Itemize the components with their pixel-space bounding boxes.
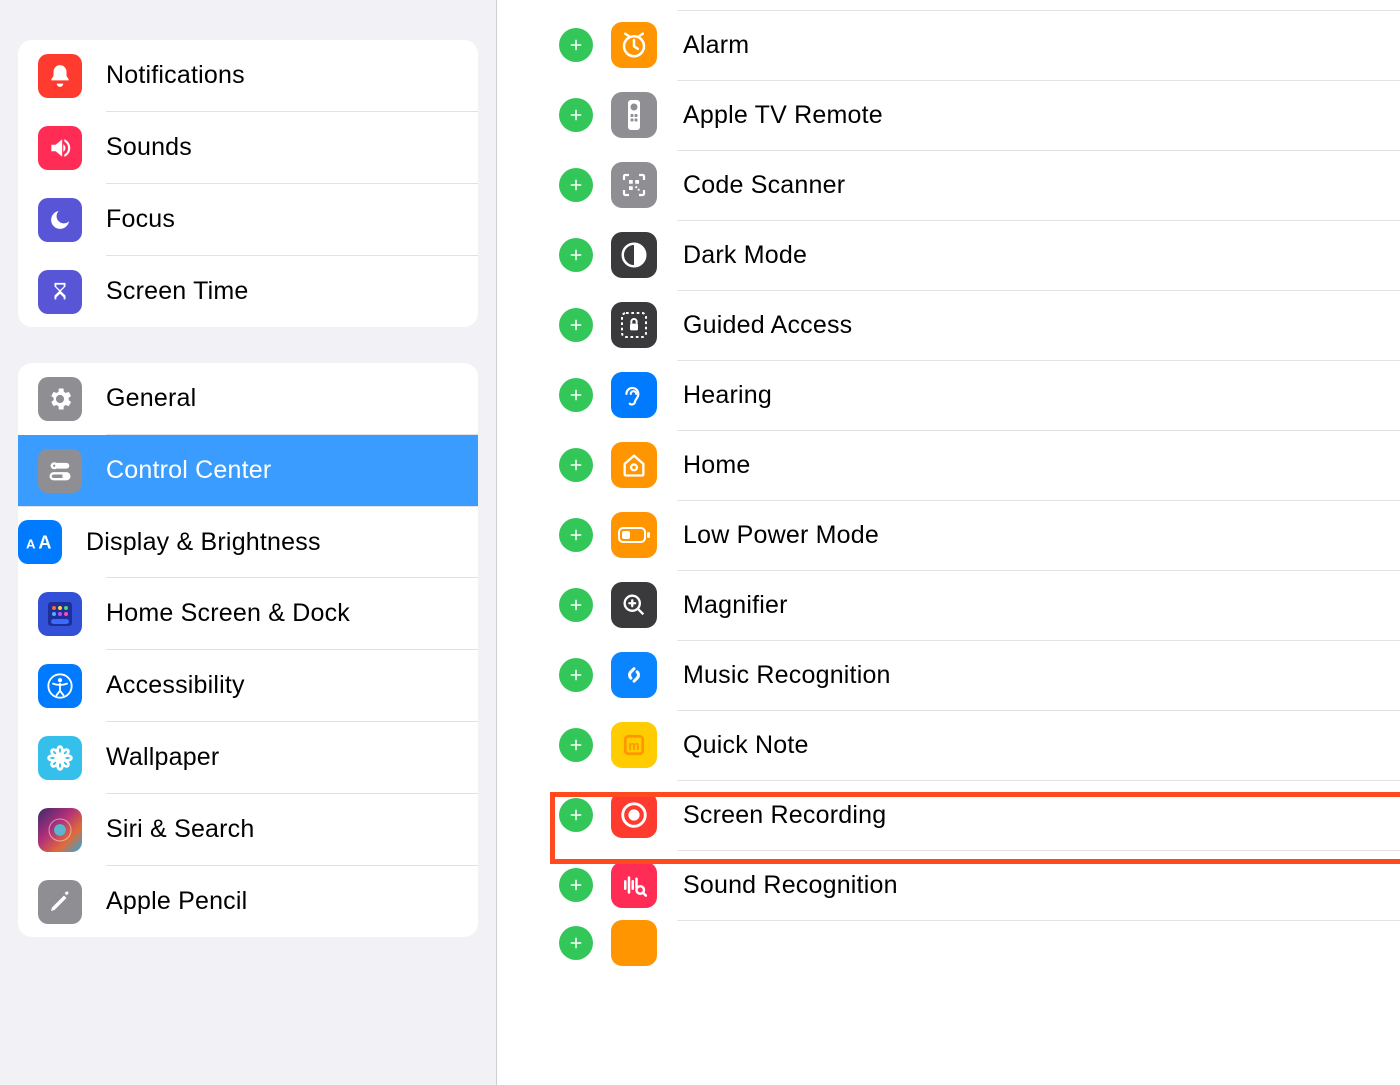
add-button[interactable] xyxy=(559,168,593,202)
detail-row-hearing[interactable]: Hearing xyxy=(559,360,1400,430)
detail-row-dark-mode[interactable]: Dark Mode xyxy=(559,220,1400,290)
svg-text:A: A xyxy=(26,537,36,552)
detail-row-guided-access[interactable]: Guided Access xyxy=(559,290,1400,360)
sidebar-item-accessibility[interactable]: Accessibility xyxy=(18,650,478,721)
svg-text:m: m xyxy=(628,739,639,753)
add-button[interactable] xyxy=(559,378,593,412)
sidebar-item-focus[interactable]: Focus xyxy=(18,184,478,255)
pencil-icon xyxy=(38,880,82,924)
lock-frame-icon xyxy=(611,302,657,348)
add-button[interactable] xyxy=(559,518,593,552)
sidebar-item-label: Accessibility xyxy=(106,671,245,700)
sidebar-item-siri-search[interactable]: Siri & Search xyxy=(18,794,478,865)
add-button[interactable] xyxy=(559,588,593,622)
sidebar-item-apple-pencil[interactable]: Apple Pencil xyxy=(18,866,478,937)
sidebar-item-label: General xyxy=(106,384,196,413)
add-button[interactable] xyxy=(559,448,593,482)
text-size-icon: AA xyxy=(18,520,62,564)
sidebar-item-home-screen-dock[interactable]: Home Screen & Dock xyxy=(18,578,478,649)
detail-row-next-peek[interactable] xyxy=(559,920,1400,965)
detail-row-home[interactable]: Home xyxy=(559,430,1400,500)
detail-row-label: Apple TV Remote xyxy=(683,101,883,130)
sidebar-item-label: Sounds xyxy=(106,133,192,162)
sidebar-item-label: Screen Time xyxy=(106,277,249,306)
waveform-search-icon xyxy=(611,862,657,908)
sidebar-item-label: Siri & Search xyxy=(106,815,255,844)
magnify-plus-icon xyxy=(611,582,657,628)
sidebar-item-screen-time[interactable]: Screen Time xyxy=(18,256,478,327)
sidebar-item-label: Display & Brightness xyxy=(86,528,321,557)
qr-icon xyxy=(611,162,657,208)
detail-row-code-scanner[interactable]: Code Scanner xyxy=(559,150,1400,220)
sidebar-item-label: Wallpaper xyxy=(106,743,219,772)
sidebar-group-2: General Control Center AA Display & Brig… xyxy=(18,363,478,937)
next-item-icon xyxy=(611,920,657,966)
remote-icon xyxy=(611,92,657,138)
detail-row-music-recognition[interactable]: Music Recognition xyxy=(559,640,1400,710)
detail-row-label: Hearing xyxy=(683,381,772,410)
accessibility-icon xyxy=(38,664,82,708)
detail-row-label: Music Recognition xyxy=(683,661,891,690)
ear-icon xyxy=(611,372,657,418)
sidebar-group-1: Notifications Sounds Focus Screen Time xyxy=(18,40,478,327)
add-button[interactable] xyxy=(559,868,593,902)
sidebar-item-label: Apple Pencil xyxy=(106,887,247,916)
svg-text:A: A xyxy=(38,533,51,553)
sidebar-item-notifications[interactable]: Notifications xyxy=(18,40,478,111)
alarm-clock-icon xyxy=(611,22,657,68)
detail-row-label: Dark Mode xyxy=(683,241,807,270)
detail-row-label: Code Scanner xyxy=(683,171,845,200)
add-button[interactable] xyxy=(559,658,593,692)
control-center-detail: Alarm Apple TV Remote Code Scanner xyxy=(497,0,1400,1085)
detail-row-sound-recognition[interactable]: Sound Recognition xyxy=(559,850,1400,920)
sidebar-item-label: Home Screen & Dock xyxy=(106,599,350,628)
add-button[interactable] xyxy=(559,926,593,960)
speaker-icon xyxy=(38,126,82,170)
quick-note-icon: m xyxy=(611,722,657,768)
sidebar-item-sounds[interactable]: Sounds xyxy=(18,112,478,183)
siri-icon xyxy=(38,808,82,852)
record-icon xyxy=(611,792,657,838)
detail-row-apple-tv-remote[interactable]: Apple TV Remote xyxy=(559,80,1400,150)
sidebar-item-label: Control Center xyxy=(106,456,271,485)
sidebar-item-control-center[interactable]: Control Center xyxy=(18,435,478,506)
add-button[interactable] xyxy=(559,308,593,342)
detail-row-label: Low Power Mode xyxy=(683,521,879,550)
detail-row-label: Home xyxy=(683,451,751,480)
add-button[interactable] xyxy=(559,98,593,132)
sidebar-item-label: Focus xyxy=(106,205,175,234)
moon-icon xyxy=(38,198,82,242)
hourglass-icon xyxy=(38,270,82,314)
detail-row-label: Sound Recognition xyxy=(683,871,898,900)
sidebar-item-label: Notifications xyxy=(106,61,245,90)
half-circle-icon xyxy=(611,232,657,278)
detail-row-low-power-mode[interactable]: Low Power Mode xyxy=(559,500,1400,570)
detail-row-label: Magnifier xyxy=(683,591,788,620)
add-button[interactable] xyxy=(559,728,593,762)
add-button[interactable] xyxy=(559,798,593,832)
shazam-icon xyxy=(611,652,657,698)
detail-row-label: Guided Access xyxy=(683,311,852,340)
sidebar-item-wallpaper[interactable]: Wallpaper xyxy=(18,722,478,793)
detail-row-quick-note[interactable]: m Quick Note xyxy=(559,710,1400,780)
detail-row-screen-recording[interactable]: Screen Recording xyxy=(559,780,1400,850)
sidebar-item-general[interactable]: General xyxy=(18,363,478,434)
sidebar-item-display-brightness[interactable]: AA Display & Brightness xyxy=(18,506,478,577)
add-button[interactable] xyxy=(559,238,593,272)
detail-row-label: Screen Recording xyxy=(683,801,886,830)
detail-row-label: Alarm xyxy=(683,31,749,60)
settings-sidebar: Notifications Sounds Focus Screen Time xyxy=(0,0,497,1085)
toggles-icon xyxy=(38,449,82,493)
detail-row-alarm[interactable]: Alarm xyxy=(559,10,1400,80)
gear-icon xyxy=(38,377,82,421)
detail-row-magnifier[interactable]: Magnifier xyxy=(559,570,1400,640)
flower-icon xyxy=(38,736,82,780)
detail-row-label: Quick Note xyxy=(683,731,809,760)
house-icon xyxy=(611,442,657,488)
bell-icon xyxy=(38,54,82,98)
app-grid-icon xyxy=(38,592,82,636)
battery-icon xyxy=(611,512,657,558)
add-button[interactable] xyxy=(559,28,593,62)
